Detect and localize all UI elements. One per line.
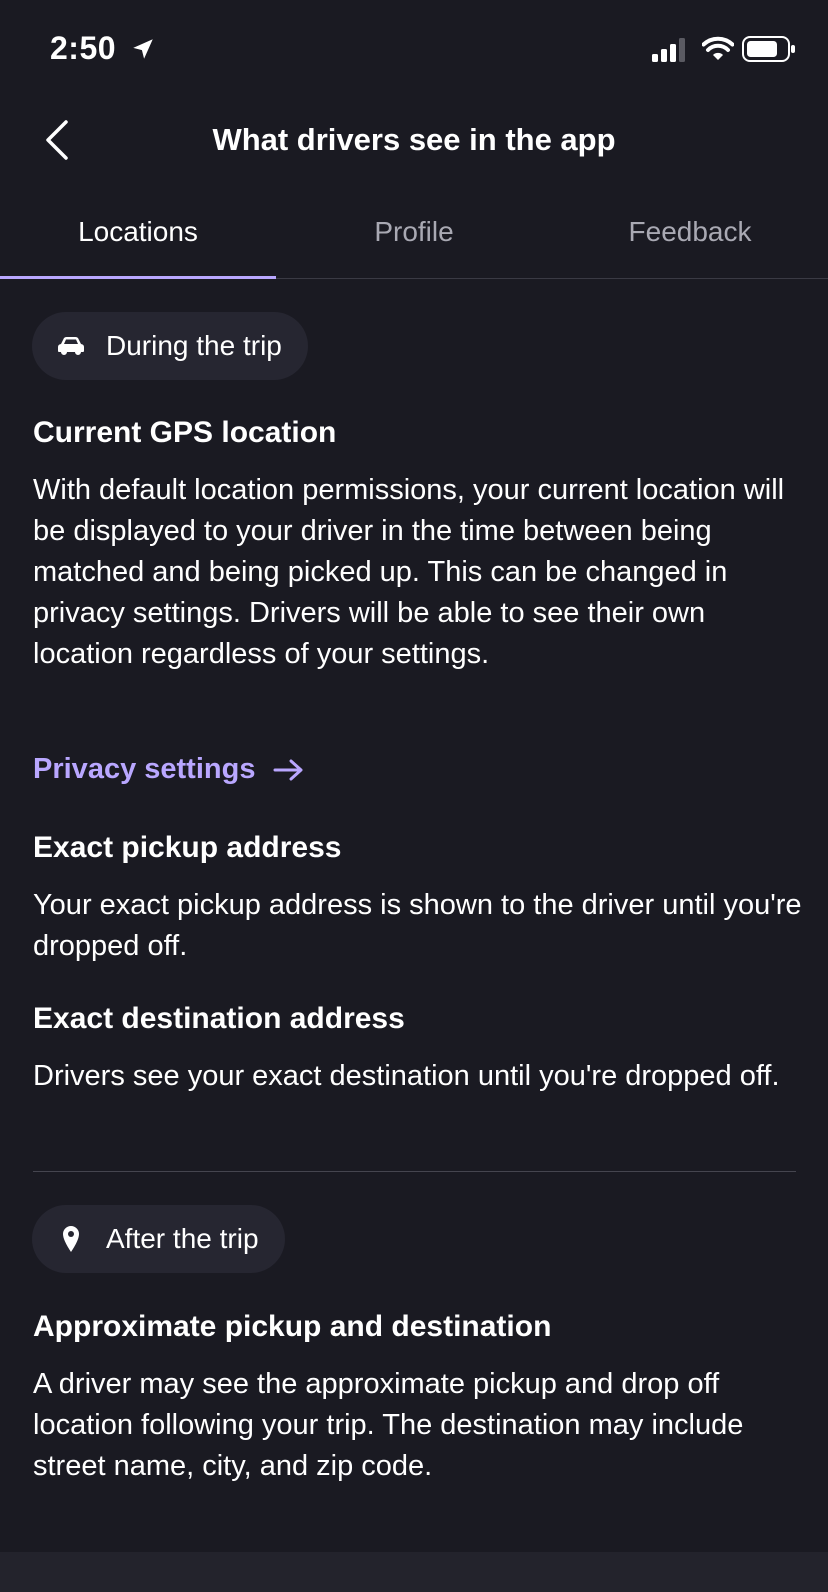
wifi-icon [702,36,734,60]
map-pin-icon [63,1226,79,1252]
arrow-right-icon [273,759,303,780]
cellular-signal-icon [652,38,685,62]
pickup-heading: Exact pickup address [33,831,342,864]
approximate-description: A driver may see the approximate pickup … [33,1368,744,1482]
after-trip-label: After the trip [106,1223,259,1254]
privacy-settings-label: Privacy settings [33,753,256,785]
tab-bar: Locations Profile Feedback [0,200,828,279]
status-bar: 2:50 [0,0,828,100]
tab-locations[interactable]: Locations [0,216,276,248]
tab-profile[interactable]: Profile [276,216,552,248]
section-divider [33,1171,796,1172]
location-arrow-icon [133,39,153,59]
after-trip-chip: After the trip [32,1205,285,1273]
battery-icon [742,36,795,62]
during-trip-chip: During the trip [32,312,308,380]
during-trip-label: During the trip [106,330,282,361]
pickup-description: Your exact pickup address is shown to th… [33,889,802,962]
tab-feedback[interactable]: Feedback [552,216,828,248]
status-time: 2:50 [50,30,117,66]
destination-heading: Exact destination address [33,1002,405,1035]
navigation-header: What drivers see in the app [0,100,828,190]
page-title: What drivers see in the app [212,122,616,157]
active-tab-indicator [0,276,276,279]
approximate-heading: Approximate pickup and destination [33,1310,552,1343]
gps-heading: Current GPS location [33,416,337,449]
destination-description: Drivers see your exact destination until… [33,1060,780,1092]
car-icon [58,337,84,355]
privacy-settings-link[interactable]: Privacy settings [33,753,305,786]
gps-description: With default location permissions, your … [33,474,785,670]
bottom-bar [0,1552,828,1592]
